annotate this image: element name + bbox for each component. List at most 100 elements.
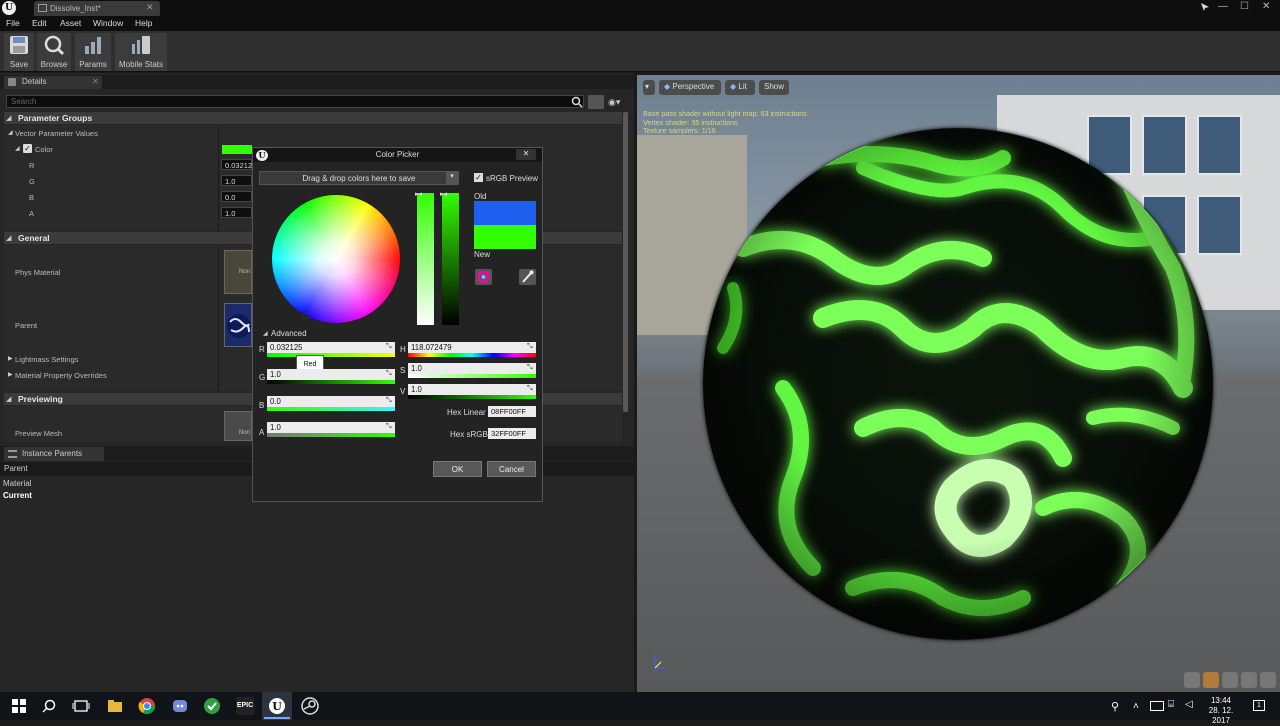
viewport-sphere-icon[interactable] <box>1203 672 1219 688</box>
spin-arrows-icon[interactable]: ⤡ <box>386 423 392 431</box>
close-details-icon[interactable]: ✕ <box>92 77 99 86</box>
channel-r-field[interactable]: 0.03212 <box>221 159 252 170</box>
perspective-button[interactable]: ◆ Perspective <box>659 80 721 95</box>
viewport-options-button[interactable]: ▾ <box>643 80 655 95</box>
menu-file[interactable]: File <box>6 18 20 28</box>
eye-options-icon[interactable]: ◉▾ <box>608 97 628 107</box>
search-input[interactable]: Search <box>6 95 584 108</box>
epic-games-icon[interactable]: EPIC <box>236 697 254 715</box>
discord-icon[interactable] <box>171 697 189 715</box>
property-matrix-icon[interactable] <box>588 95 604 109</box>
srgb-preview-checkbox[interactable]: ✓ <box>474 173 483 182</box>
details-tab[interactable]: Details <box>4 76 102 89</box>
spin-arrows-icon[interactable]: ⤡ <box>527 385 533 393</box>
picker-b-field[interactable]: 0.0 <box>267 396 395 407</box>
viewport-teapot-icon[interactable] <box>1260 672 1276 688</box>
tray-expand-icon[interactable]: ˄ <box>1133 701 1139 712</box>
instance-parents-tab[interactable]: Instance Parents <box>4 447 104 461</box>
menu-asset[interactable]: Asset <box>60 18 81 28</box>
menu-edit[interactable]: Edit <box>32 18 47 28</box>
color-drop-zone[interactable]: Drag & drop colors here to save <box>259 171 459 185</box>
picker-g-field[interactable]: 1.0 <box>267 369 395 380</box>
phys-material-thumbnail[interactable]: Non <box>224 250 252 294</box>
params-button[interactable]: Params <box>75 33 111 71</box>
collapse-arrow-icon[interactable]: ◢ <box>6 234 11 242</box>
color-picker-title[interactable]: Color Picker <box>253 148 542 162</box>
chrome-icon[interactable] <box>138 697 156 715</box>
expand-arrow-icon[interactable]: ▶ <box>8 355 13 362</box>
volume-icon[interactable]: ◁ <box>1185 699 1193 710</box>
unreal-engine-icon[interactable]: U <box>268 697 286 715</box>
channel-b-field[interactable]: 0.0 <box>221 191 252 202</box>
picker-g-bar[interactable] <box>267 380 395 384</box>
advanced-collapse-icon[interactable]: ◢ <box>263 330 268 337</box>
list-item[interactable]: Current <box>3 491 32 500</box>
viewport-cube-icon[interactable] <box>1241 672 1257 688</box>
close-tab-icon[interactable]: ✕ <box>146 2 154 13</box>
cancel-button[interactable]: Cancel <box>487 461 536 477</box>
picker-h-field[interactable]: 118.072479 <box>408 342 536 353</box>
value-slider[interactable] <box>442 193 459 325</box>
channel-a-field[interactable]: 1.0 <box>221 207 252 218</box>
collapse-arrow-icon[interactable]: ◢ <box>6 395 11 403</box>
parent-thumbnail[interactable] <box>224 303 252 347</box>
ok-button[interactable]: OK <box>433 461 482 477</box>
picker-s-bar[interactable] <box>408 374 536 378</box>
task-view-icon[interactable] <box>72 697 90 715</box>
preview-mesh-thumbnail[interactable]: Non <box>224 411 252 441</box>
spin-arrows-icon[interactable]: ⤡ <box>386 397 392 405</box>
eyedropper-button[interactable] <box>519 269 536 285</box>
spin-arrows-icon[interactable]: ⤡ <box>527 343 533 351</box>
picker-v-bar[interactable] <box>408 395 536 399</box>
picker-h-bar[interactable] <box>408 353 536 357</box>
show-button[interactable]: Show <box>759 80 789 95</box>
picker-r-bar[interactable] <box>267 353 395 357</box>
file-explorer-icon[interactable] <box>106 697 124 715</box>
lit-button[interactable]: ◆ Lit <box>725 80 755 95</box>
value-handle-icon[interactable]: ▸◂ <box>440 190 447 198</box>
details-scrollbar[interactable] <box>623 112 628 412</box>
expand-arrow-icon[interactable]: ▶ <box>8 371 13 378</box>
dropdown-icon[interactable]: ▾ <box>446 172 458 184</box>
spin-arrows-icon[interactable]: ⤡ <box>386 343 392 351</box>
action-center-icon[interactable]: 1 <box>1253 700 1265 711</box>
lightmass-settings-label[interactable]: Lightmass Settings <box>15 355 78 364</box>
hex-srgb-field[interactable]: 32FF00FF <box>488 428 536 439</box>
spin-arrows-icon[interactable]: ⤡ <box>386 370 392 378</box>
clock[interactable]: 13:44 28. 12. 2017 <box>1200 696 1242 726</box>
minimize-button[interactable]: — <box>1218 1 1228 12</box>
picker-b-bar[interactable] <box>267 407 395 411</box>
save-button[interactable]: Save <box>4 33 34 71</box>
steam-icon[interactable] <box>301 697 319 715</box>
document-tab[interactable]: Dissolve_Inst* <box>34 1 160 16</box>
channel-g-field[interactable]: 1.0 <box>221 175 252 186</box>
color-theme-button[interactable] <box>475 269 492 285</box>
picker-v-field[interactable]: 1.0 <box>408 384 536 395</box>
people-icon[interactable]: ⚲ <box>1111 700 1119 713</box>
maximize-button[interactable]: ☐ <box>1240 1 1249 12</box>
color-swatch[interactable] <box>222 145 252 154</box>
viewport-mode-icon[interactable] <box>1184 672 1200 688</box>
mobile-stats-button[interactable]: Mobile Stats <box>115 33 167 71</box>
search-icon[interactable] <box>571 96 583 108</box>
hex-linear-field[interactable]: 08FF00FF <box>488 406 536 417</box>
spin-arrows-icon[interactable]: ⤡ <box>527 364 533 372</box>
network-icon[interactable]: ⌸ <box>1168 699 1174 710</box>
notification-icon[interactable] <box>1200 2 1210 12</box>
picker-s-field[interactable]: 1.0 <box>408 363 536 374</box>
picker-a-bar[interactable] <box>267 433 395 437</box>
picker-a-field[interactable]: 1.0 <box>267 422 395 433</box>
search-icon[interactable] <box>40 697 58 715</box>
viewport-plane-icon[interactable] <box>1222 672 1238 688</box>
wheel-selector-icon[interactable] <box>302 312 309 319</box>
menu-help[interactable]: Help <box>135 18 152 28</box>
close-picker-button[interactable]: ✕ <box>516 149 536 160</box>
color-checkbox[interactable]: ✓ <box>23 144 32 153</box>
expand-arrow-icon[interactable]: ◢ <box>15 145 20 152</box>
expand-arrow-icon[interactable]: ◢ <box>8 129 13 136</box>
collapse-arrow-icon[interactable]: ◢ <box>6 114 11 122</box>
saturation-handle-icon[interactable]: ▸◂ <box>415 190 422 198</box>
app-icon[interactable] <box>203 697 221 715</box>
material-property-overrides-label[interactable]: Material Property Overrides <box>15 371 107 380</box>
battery-icon[interactable] <box>1150 701 1164 711</box>
